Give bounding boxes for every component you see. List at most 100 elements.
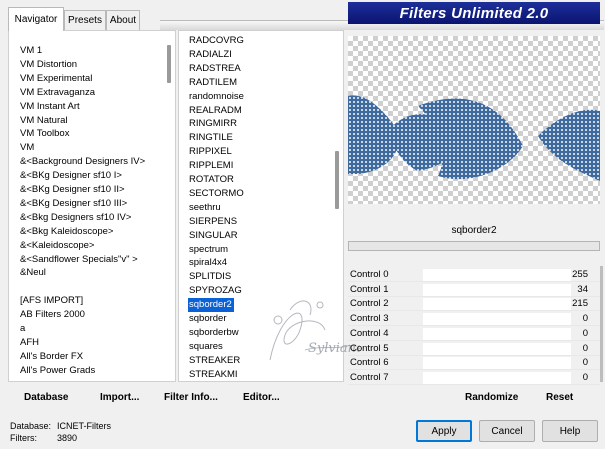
filter-list-item[interactable]: RINGMIRR xyxy=(188,117,239,131)
control-label: Control 4 xyxy=(350,327,389,339)
randomize-button[interactable]: Randomize xyxy=(465,392,518,403)
control-row: Control 6 0 xyxy=(348,356,600,371)
signature-watermark: Sylviane xyxy=(269,300,360,361)
filter-list-item[interactable]: RINGTILE xyxy=(188,131,235,145)
control-label: Control 1 xyxy=(350,283,389,295)
app-title-banner: Filters Unlimited 2.0 xyxy=(348,2,600,24)
tab-navigator[interactable]: Navigator xyxy=(8,7,64,31)
filter-list-item[interactable]: RADIALZI xyxy=(188,48,234,62)
category-list-item[interactable]: VM Natural xyxy=(19,114,70,128)
filter-list-item[interactable]: RIPPLEMI xyxy=(188,159,235,173)
category-list-item[interactable]: &<Bkg Designers sf10 IV> xyxy=(19,211,133,225)
control-slider[interactable] xyxy=(423,371,571,384)
control-slider[interactable] xyxy=(423,298,571,311)
controls-scrollbar[interactable] xyxy=(600,266,603,382)
control-slider[interactable] xyxy=(423,342,571,355)
control-value: 0 xyxy=(582,342,588,354)
category-list-item[interactable]: All's Border FX xyxy=(19,350,85,364)
category-list-item[interactable]: All's Power Grads xyxy=(19,364,97,378)
help-button[interactable]: Help xyxy=(542,420,598,442)
control-label: Control 6 xyxy=(350,357,389,369)
control-value: 0 xyxy=(582,313,588,325)
category-list-item[interactable]: &<Bkg Kaleidoscope> xyxy=(19,225,115,239)
control-slider[interactable] xyxy=(423,357,571,370)
tab-about[interactable]: About xyxy=(106,10,140,30)
filter-preview xyxy=(348,36,600,204)
control-label: Control 7 xyxy=(350,371,389,383)
control-row: Control 3 0 xyxy=(348,312,600,327)
category-list-item[interactable]: VM Experimental xyxy=(19,72,94,86)
filter-list-item[interactable]: RADCOVRG xyxy=(188,34,246,48)
cancel-button[interactable]: Cancel xyxy=(479,420,535,442)
control-label: Control 2 xyxy=(350,298,389,310)
database-value: ICNET-Filters xyxy=(57,421,111,431)
filter-list-item[interactable]: STREAKER xyxy=(188,354,242,368)
filter-list-item[interactable]: ROTATOR xyxy=(188,173,236,187)
category-list-item[interactable]: a xyxy=(19,322,27,336)
filter-info-button[interactable]: Filter Info... xyxy=(164,392,218,403)
control-slider[interactable] xyxy=(423,283,571,296)
database-button[interactable]: Database xyxy=(24,392,68,403)
database-label: Database: xyxy=(10,421,52,431)
filter-list-item[interactable]: RADTILEM xyxy=(188,76,239,90)
filter-list-item[interactable]: RADSTREA xyxy=(188,62,243,76)
editor-button[interactable]: Editor... xyxy=(243,392,280,403)
category-list-item[interactable]: AB Filters 2000 xyxy=(19,308,87,322)
filters-count-value: 3890 xyxy=(57,433,78,443)
control-slider[interactable] xyxy=(423,269,571,281)
filter-list-item[interactable]: sqborder2 xyxy=(188,298,234,313)
category-list-item[interactable]: &<Kaleidoscope> xyxy=(19,239,96,253)
control-row: Control 0 255 xyxy=(348,268,600,282)
filter-list-item[interactable]: SPYROZAG xyxy=(188,284,244,298)
filter-list-item[interactable]: sqborderbw xyxy=(188,326,241,340)
filter-list-item[interactable]: spiral4x4 xyxy=(188,256,229,270)
filter-list-item[interactable]: SINGULAR xyxy=(188,229,240,243)
control-row: Control 1 34 xyxy=(348,283,600,297)
category-list-item[interactable] xyxy=(19,280,22,294)
preview-pattern-graphic xyxy=(348,95,600,181)
category-list-item[interactable]: &<BKg Designer sf10 I> xyxy=(19,169,124,183)
category-list-item[interactable]: VM Instant Art xyxy=(19,100,82,114)
tab-presets[interactable]: Presets xyxy=(64,10,106,30)
filters-count-label: Filters: xyxy=(10,433,37,443)
control-row: Control 4 0 xyxy=(348,327,600,341)
filter-list-item[interactable]: STREAKMI xyxy=(188,368,240,382)
filter-list-item[interactable]: squares xyxy=(188,340,225,354)
filter-list-item[interactable]: spectrum xyxy=(188,243,230,257)
category-list[interactable]: VM 1 VM Distortion VM Experimental VM Extra… xyxy=(8,30,176,382)
apply-button[interactable]: Apply xyxy=(416,420,472,442)
filter-list-item[interactable]: SECTORMO xyxy=(188,187,246,201)
category-list-item[interactable]: VM Extravaganza xyxy=(19,86,97,100)
filter-list-item[interactable]: SIERPENS xyxy=(188,215,239,229)
category-list-item[interactable]: VM xyxy=(19,141,36,155)
category-list-item[interactable]: VM Distortion xyxy=(19,58,79,72)
preview-progress-bar xyxy=(348,241,600,251)
control-row: Control 5 0 xyxy=(348,342,600,356)
filter-list-item[interactable]: RIPPIXEL xyxy=(188,145,234,159)
filter-list-item[interactable]: randomnoise xyxy=(188,90,246,104)
control-slider[interactable] xyxy=(423,327,571,340)
selected-filter-name: sqborder2 xyxy=(451,224,497,236)
filter-list-item[interactable]: seethru xyxy=(188,201,223,215)
category-list-item[interactable]: &<Background Designers IV> xyxy=(19,155,147,169)
filter-list-item[interactable]: sqborder xyxy=(188,312,229,326)
filter-scrollbar[interactable] xyxy=(335,151,339,209)
import-button[interactable]: Import... xyxy=(100,392,139,403)
category-list-item[interactable]: &<BKg Designer sf10 II> xyxy=(19,183,127,197)
filter-list-item[interactable]: SPLITDIS xyxy=(188,270,233,284)
control-value: 0 xyxy=(582,327,588,339)
category-scrollbar[interactable] xyxy=(167,45,171,83)
filter-list-item[interactable]: REALRADM xyxy=(188,104,244,118)
control-label: Control 3 xyxy=(350,313,389,325)
category-list-item[interactable]: &<Sandflower Specials"v" > xyxy=(19,253,140,267)
category-list-item[interactable]: VM Toolbox xyxy=(19,127,71,141)
control-value: 215 xyxy=(572,298,588,310)
control-slider[interactable] xyxy=(423,313,571,326)
control-label: Control 5 xyxy=(350,342,389,354)
category-list-item[interactable]: &Neul xyxy=(19,266,48,280)
category-list-item[interactable]: AFH xyxy=(19,336,41,350)
reset-button[interactable]: Reset xyxy=(546,392,573,403)
category-list-item[interactable]: VM 1 xyxy=(19,44,44,58)
category-list-item[interactable]: [AFS IMPORT] xyxy=(19,294,85,308)
category-list-item[interactable]: &<BKg Designer sf10 III> xyxy=(19,197,129,211)
